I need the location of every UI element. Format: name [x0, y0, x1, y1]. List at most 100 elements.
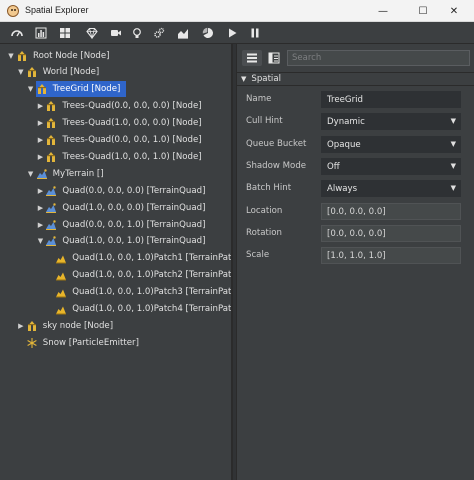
dropdown-arrow-icon[interactable]: ▼ [451, 117, 456, 125]
tree-node-content[interactable]: Quad(1.0, 0.0, 1.0)Patch3 [TerrainPatch] [55, 284, 231, 300]
pause-button[interactable] [245, 23, 265, 43]
tree-node-content[interactable]: Quad(1.0, 0.0, 1.0)Patch1 [TerrainPatch] [55, 250, 231, 266]
dropdown-arrow-icon[interactable]: ▼ [451, 140, 456, 148]
property-readonly-field[interactable]: [0.0, 0.0, 0.0] [321, 202, 461, 220]
terrain-icon [45, 185, 57, 197]
collapse-arrow-icon[interactable]: ▶ [35, 152, 45, 162]
tree-node-label: Quad(1.0, 0.0, 0.0) [TerrainQuad] [62, 202, 206, 213]
tree-node-label: Quad(1.0, 0.0, 1.0)Patch2 [TerrainPatch] [72, 270, 232, 281]
tree-node-content[interactable]: Quad(0.0, 0.0, 1.0) [TerrainQuad] [45, 217, 211, 233]
patch-icon [55, 252, 67, 264]
property-row: Batch Hint Always ▼ [237, 178, 474, 200]
tree-node-content[interactable]: MyTerrain [] [36, 166, 110, 182]
tree-node-content[interactable]: Quad(1.0, 0.0, 1.0) [TerrainQuad] [45, 233, 211, 249]
property-value: Always [327, 184, 358, 195]
node-icon [26, 66, 38, 78]
property-text-field[interactable]: TreeGrid [321, 91, 461, 108]
property-value: [0.0, 0.0, 0.0] [327, 206, 386, 217]
tree-node[interactable]: Quad(1.0, 0.0, 1.0)Patch1 [TerrainPatch] [0, 250, 231, 267]
collapse-arrow-icon[interactable]: ▶ [35, 101, 45, 111]
property-row: Shadow Mode Off ▼ [237, 156, 474, 178]
particle-icon [26, 337, 38, 349]
toolbar-button-grid[interactable] [55, 23, 75, 43]
collapse-arrow-icon[interactable]: ▶ [35, 220, 45, 230]
patch-icon [55, 286, 67, 298]
tree-node-content[interactable]: sky node [Node] [26, 318, 119, 334]
property-dropdown[interactable]: Dynamic ▼ [321, 113, 461, 131]
tree-node-label: Trees-Quad(1.0, 0.0, 1.0) [Node] [62, 151, 202, 162]
search-input[interactable] [287, 50, 470, 66]
tree-node[interactable]: ▶ Quad(0.0, 0.0, 0.0) [TerrainQuad] [0, 182, 231, 199]
leaf-spacer [16, 338, 26, 348]
tree-node[interactable]: ▶ Trees-Quad(1.0, 0.0, 1.0) [Node] [0, 148, 231, 165]
tree-node-content[interactable]: Trees-Quad(0.0, 0.0, 1.0) [Node] [45, 132, 207, 148]
tree-node-content[interactable]: Root Node [Node] [16, 48, 116, 64]
tree-node-content[interactable]: Quad(1.0, 0.0, 1.0)Patch4 [TerrainPatch] [55, 301, 231, 317]
tree-node[interactable]: ▶ Quad(0.0, 0.0, 1.0) [TerrainQuad] [0, 216, 231, 233]
collapse-arrow-icon[interactable]: ▶ [35, 203, 45, 213]
expand-arrow-icon[interactable]: ▼ [26, 169, 36, 179]
scene-tree[interactable]: ▼ Root Node [Node] ▼ World [Node] ▼ TreeGrid … [0, 44, 232, 480]
close-button[interactable]: ✕ [434, 0, 474, 22]
leaf-spacer [45, 287, 55, 297]
tree-node[interactable]: Quad(1.0, 0.0, 1.0)Patch4 [TerrainPatch] [0, 301, 231, 318]
tree-node-content[interactable]: Trees-Quad(1.0, 0.0, 1.0) [Node] [45, 149, 207, 165]
tree-node[interactable]: ▶ Trees-Quad(0.0, 0.0, 1.0) [Node] [0, 132, 231, 149]
property-row: Queue Bucket Opaque ▼ [237, 134, 474, 156]
property-label: Rotation [246, 227, 282, 238]
details-view-button[interactable] [264, 50, 284, 66]
tree-node-label: Trees-Quad(0.0, 0.0, 1.0) [Node] [62, 135, 202, 145]
toolbar-button-stats[interactable] [7, 23, 27, 43]
property-readonly-field[interactable]: [1.0, 1.0, 1.0] [321, 247, 461, 265]
tree-node[interactable]: ▶ Quad(1.0, 0.0, 0.0) [TerrainQuad] [0, 199, 231, 216]
tree-node-label: Quad(0.0, 0.0, 1.0) [TerrainQuad] [62, 219, 206, 230]
tree-node[interactable]: ▶ Trees-Quad(1.0, 0.0, 0.0) [Node] [0, 115, 231, 132]
tree-node[interactable]: ▼ TreeGrid [Node] [0, 81, 231, 98]
property-dropdown[interactable]: Opaque ▼ [321, 135, 461, 153]
tree-node-content[interactable]: World [Node] [26, 64, 106, 80]
minimize-button[interactable]: — [363, 0, 403, 22]
tree-node[interactable]: Quad(1.0, 0.0, 1.0)Patch2 [TerrainPatch] [0, 267, 232, 284]
tree-node-content[interactable]: TreeGrid [Node] [35, 81, 127, 98]
dropdown-arrow-icon[interactable]: ▼ [451, 184, 456, 192]
expand-arrow-icon[interactable]: ▼ [16, 67, 26, 77]
toolbar-button-pie[interactable] [198, 23, 218, 43]
tree-node[interactable]: ▼ Quad(1.0, 0.0, 1.0) [TerrainQuad] [0, 233, 231, 250]
collapse-arrow-icon[interactable]: ▶ [35, 118, 45, 128]
tree-node-content[interactable]: Trees-Quad(1.0, 0.0, 0.0) [Node] [45, 115, 207, 131]
expand-arrow-icon[interactable]: ▼ [35, 236, 45, 246]
tree-node[interactable]: Quad(1.0, 0.0, 1.0)Patch3 [TerrainPatch] [0, 284, 231, 301]
toolbar-button-lights[interactable] [127, 23, 147, 43]
property-readonly-field[interactable]: [0.0, 0.0, 0.0] [321, 224, 461, 242]
play-button[interactable] [222, 23, 242, 43]
expand-arrow-icon[interactable]: ▼ [6, 51, 16, 61]
toolbar-button-profiler[interactable] [31, 23, 51, 43]
expand-arrow-icon[interactable]: ▼ [26, 84, 36, 94]
tree-node[interactable]: ▼ MyTerrain [] [0, 165, 231, 182]
tree-node-content[interactable]: Quad(1.0, 0.0, 1.0)Patch2 [TerrainPatch] [55, 267, 232, 283]
toolbar-button-graph[interactable] [173, 23, 193, 43]
collapse-arrow-icon[interactable]: ▶ [35, 135, 45, 145]
tree-node[interactable]: ▼ World [Node] [0, 64, 231, 81]
dropdown-arrow-icon[interactable]: ▼ [451, 162, 456, 170]
tree-node-content[interactable]: Quad(1.0, 0.0, 0.0) [TerrainQuad] [45, 200, 211, 216]
toolbar-button-camera[interactable] [106, 23, 126, 43]
tree-node[interactable]: ▶ sky node [Node] [0, 317, 231, 334]
tree-node-label: World [Node] [42, 67, 100, 78]
property-dropdown[interactable]: Off ▼ [321, 157, 461, 175]
property-dropdown[interactable]: Always ▼ [321, 180, 461, 198]
collapse-arrow-icon[interactable]: ▶ [35, 186, 45, 196]
toolbar-button-controls[interactable] [149, 23, 169, 43]
toolbar-button-materials[interactable] [82, 23, 102, 43]
tree-node[interactable]: ▶ Trees-Quad(0.0, 0.0, 0.0) [Node] [0, 98, 231, 115]
tree-node[interactable]: Snow [ParticleEmitter] [0, 334, 231, 351]
property-label: Shadow Mode [246, 160, 307, 171]
property-row: Location [0.0, 0.0, 0.0] [237, 201, 474, 223]
list-view-button[interactable] [242, 50, 262, 66]
tree-node-content[interactable]: Snow [ParticleEmitter] [26, 335, 145, 351]
tree-node-content[interactable]: Quad(0.0, 0.0, 0.0) [TerrainQuad] [45, 183, 211, 199]
tree-node-content[interactable]: Trees-Quad(0.0, 0.0, 0.0) [Node] [45, 98, 207, 114]
collapse-arrow-icon[interactable]: ▶ [16, 321, 26, 331]
tree-node[interactable]: ▼ Root Node [Node] [0, 47, 231, 64]
spatial-section-header[interactable]: ▼ Spatial [237, 72, 474, 86]
